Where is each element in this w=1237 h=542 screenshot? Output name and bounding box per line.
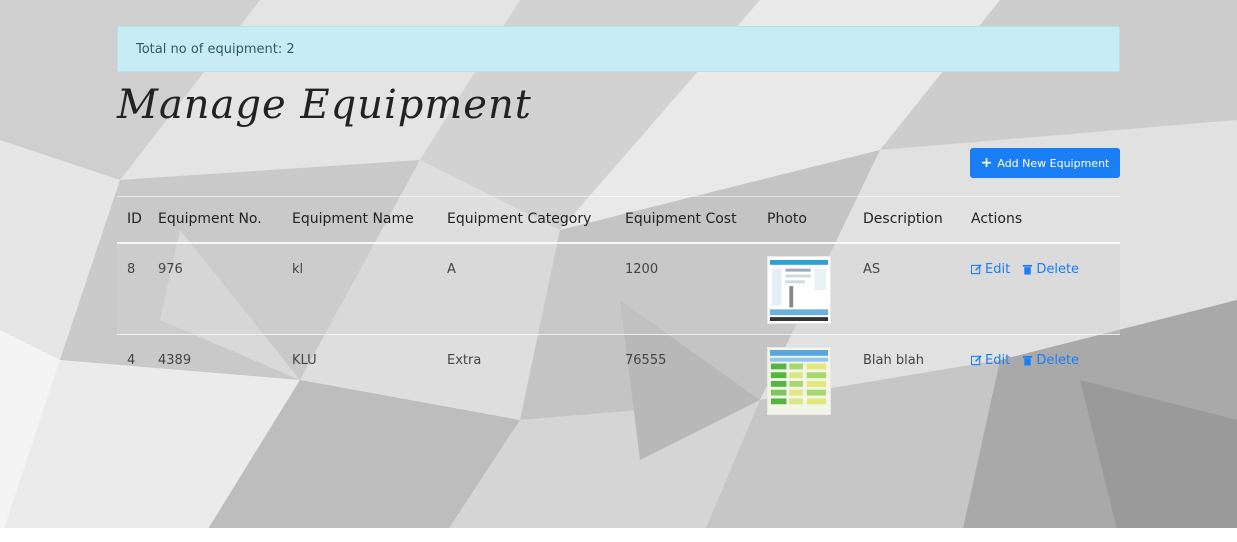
cell-id: 8 bbox=[127, 261, 136, 277]
header-equipment-no: Equipment No. bbox=[148, 196, 282, 244]
header-actions: Actions bbox=[961, 196, 1120, 244]
edit-label: Edit bbox=[985, 261, 1011, 277]
table-header-row: ID Equipment No. Equipment Name Equipmen… bbox=[117, 196, 1120, 244]
cell-equipment-no: 976 bbox=[158, 261, 183, 277]
main-container: Total no of equipment: 2 Manage Equipmen… bbox=[117, 26, 1120, 427]
cell-equipment-name: KLU bbox=[292, 353, 317, 368]
header-id: ID bbox=[117, 196, 148, 244]
delete-link[interactable]: Delete bbox=[1022, 262, 1079, 277]
edit-label: Edit bbox=[985, 353, 1011, 368]
cell-photo bbox=[757, 243, 853, 335]
equipment-photo-thumbnail[interactable] bbox=[767, 347, 831, 415]
edit-link[interactable]: Edit bbox=[971, 262, 1010, 277]
cell-actions: Edit Delete bbox=[961, 243, 1120, 335]
trash-icon bbox=[1023, 264, 1033, 275]
equipment-count-alert: Total no of equipment: 2 bbox=[117, 26, 1120, 72]
delete-label: Delete bbox=[1036, 353, 1080, 368]
header-equipment-cost: Equipment Cost bbox=[615, 196, 757, 244]
cell-id: 4 bbox=[127, 353, 136, 368]
header-equipment-category: Equipment Category bbox=[437, 196, 615, 244]
cell-equipment-category: A bbox=[447, 261, 456, 277]
add-new-equipment-button[interactable]: + Add New Equipment bbox=[970, 148, 1120, 178]
delete-link[interactable]: Delete bbox=[1022, 353, 1079, 368]
cell-equipment-cost: 76555 bbox=[625, 353, 667, 368]
edit-icon bbox=[971, 263, 982, 274]
cell-photo bbox=[757, 335, 853, 427]
cell-equipment-cost: 1200 bbox=[625, 261, 659, 277]
add-new-equipment-label: Add New Equipment bbox=[997, 156, 1110, 170]
header-description: Description bbox=[853, 196, 961, 244]
trash-icon bbox=[1023, 355, 1033, 366]
cell-equipment-name: kl bbox=[292, 261, 304, 277]
header-equipment-name: Equipment Name bbox=[282, 196, 437, 244]
cell-description: AS bbox=[863, 261, 881, 277]
equipment-photo-thumbnail[interactable] bbox=[767, 255, 831, 324]
header-photo: Photo bbox=[757, 196, 853, 244]
page-title: Manage Equipment bbox=[117, 82, 532, 128]
edit-link[interactable]: Edit bbox=[971, 353, 1010, 368]
table-row: 8 976 kl A 1200 AS Edit Delete bbox=[117, 242, 1120, 335]
cell-equipment-category: Extra bbox=[447, 353, 482, 368]
edit-icon bbox=[971, 355, 982, 366]
bottom-strip bbox=[0, 528, 1237, 542]
title-row: Manage Equipment + Add New Equipment bbox=[117, 72, 1120, 196]
delete-label: Delete bbox=[1036, 261, 1080, 277]
table-row: 4 4389 KLU Extra 76555 Blah blah Edit De… bbox=[117, 335, 1120, 427]
cell-actions: Edit Delete bbox=[961, 335, 1120, 427]
cell-description: Blah blah bbox=[863, 353, 924, 368]
equipment-count-text: Total no of equipment: 2 bbox=[136, 41, 295, 57]
cell-equipment-no: 4389 bbox=[158, 353, 192, 368]
equipment-table: ID Equipment No. Equipment Name Equipmen… bbox=[117, 196, 1120, 427]
plus-icon: + bbox=[980, 155, 993, 171]
